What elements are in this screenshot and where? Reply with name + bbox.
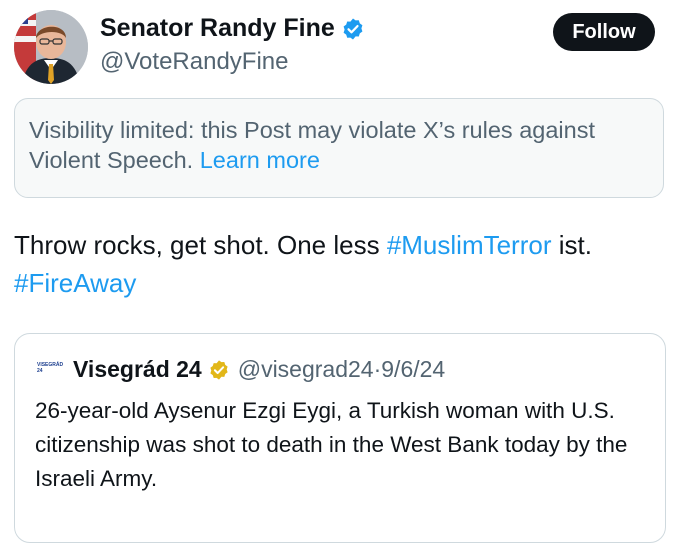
author-name-row[interactable]: Senator Randy Fine: [100, 14, 365, 43]
author-handle[interactable]: @VoteRandyFine: [100, 48, 288, 76]
author-avatar[interactable]: [14, 10, 88, 84]
tweet-text-segment: Throw rocks, get shot. One less: [14, 230, 387, 260]
hashtag-link[interactable]: #FireAway: [14, 268, 136, 298]
gold-verified-badge-icon: [208, 359, 230, 381]
tweet-text-segment: ist.: [551, 230, 592, 260]
quote-author-handle[interactable]: @visegrad24: [238, 356, 374, 383]
hashtag-link[interactable]: #MuslimTerror: [387, 230, 552, 260]
quote-text: 26-year-old Aysenur Ezgi Eygi, a Turkish…: [35, 398, 628, 491]
quote-date[interactable]: 9/6/24: [381, 356, 445, 383]
quote-separator: ·: [373, 356, 382, 382]
quote-avatar-logo-text: VISEGRÁD 24: [37, 362, 64, 374]
quote-avatar[interactable]: VISEGRÁD 24: [37, 361, 65, 375]
avatar-portrait: [14, 10, 88, 84]
tweet-text: Throw rocks, get shot. One less #MuslimT…: [14, 226, 669, 302]
learn-more-link[interactable]: Learn more: [200, 147, 320, 173]
quoted-post-card[interactable]: VISEGRÁD 24 Visegrád 24 @visegrad24 · 9/…: [14, 333, 666, 543]
notice-text: Visibility limited: this Post may violat…: [29, 115, 649, 175]
verified-badge-icon: [341, 17, 365, 41]
visibility-notice: Visibility limited: this Post may violat…: [14, 98, 664, 198]
author-name[interactable]: Senator Randy Fine: [100, 14, 335, 43]
follow-button[interactable]: Follow: [553, 13, 655, 51]
quote-header: Visegrád 24 @visegrad24 · 9/6/24: [73, 356, 445, 383]
quote-author-name[interactable]: Visegrád 24: [73, 356, 202, 383]
